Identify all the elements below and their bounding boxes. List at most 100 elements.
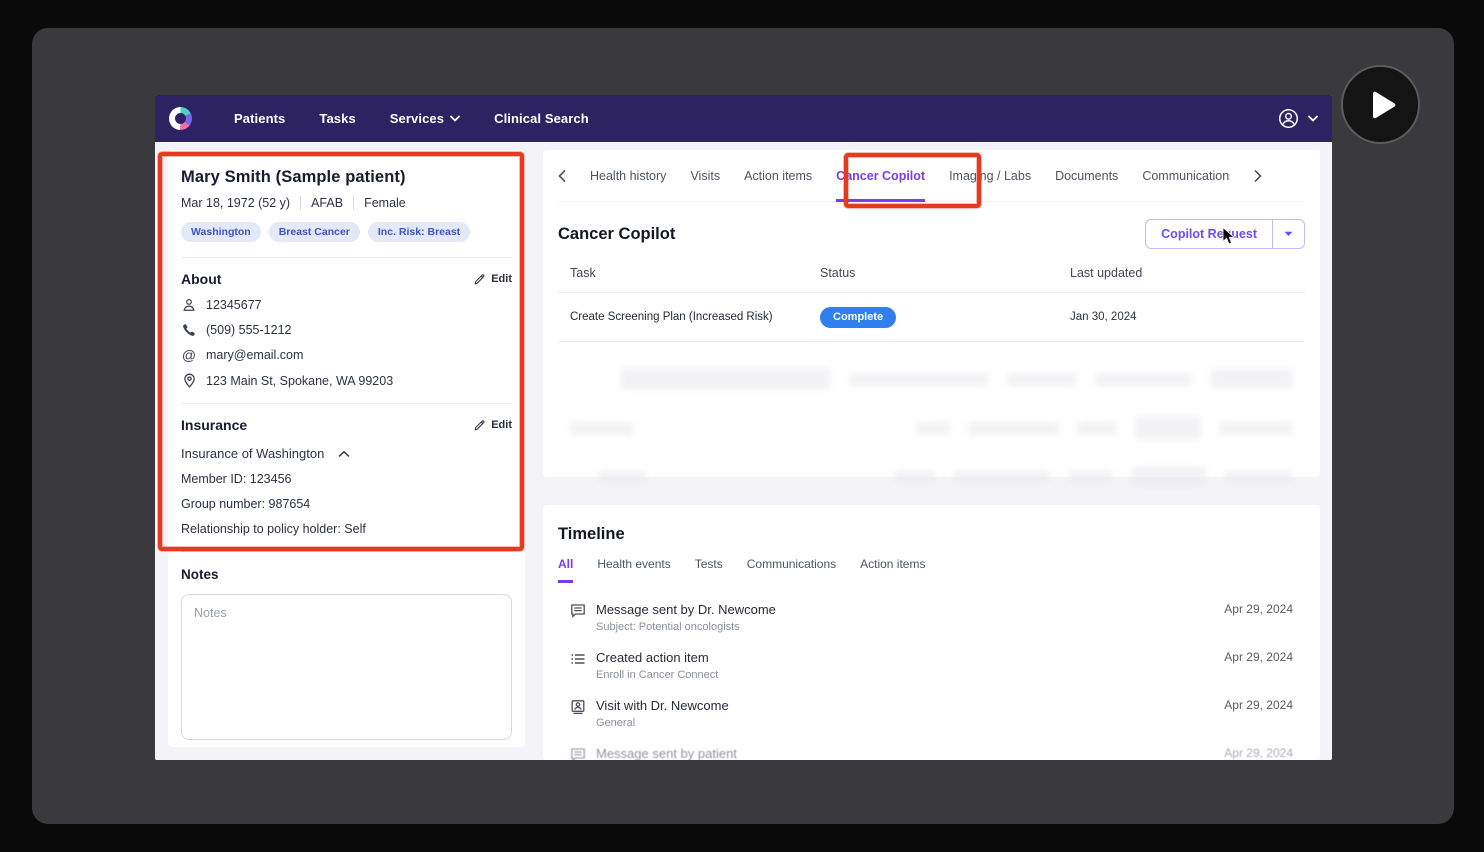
entry-date: Apr 29, 2024 [1224,650,1293,664]
entry-subtitle: General [596,717,636,729]
ghost-row [558,368,1305,390]
email-at-icon: @ [181,347,197,363]
insurance-member-id: Member ID: 123456 [181,472,292,486]
badge-risk: Inc. Risk: Breast [367,222,471,242]
timeline-tab-action-items[interactable]: Action items [860,557,925,583]
visit-icon [571,700,585,715]
col-task: Task [570,265,596,280]
patient-sidebar: Mary Smith (Sample patient) Mar 18, 1972… [168,150,525,747]
patient-address-row: 123 Main St, Spokane, WA 99203 [181,373,512,388]
timeline-tab-health-events[interactable]: Health events [597,557,670,583]
nav-tasks[interactable]: Tasks [319,111,355,126]
patient-name: Mary Smith (Sample patient) [181,168,406,186]
cancer-copilot-card: Health history Visits Action items Cance… [543,150,1320,488]
notes-title: Notes [181,567,219,582]
entry-title: Created action item [596,650,709,665]
about-title: About [181,271,222,287]
caret-down-icon [1284,231,1293,236]
patient-demographics: Mar 18, 1972 (52 y) AFAB Female [181,196,512,210]
ghost-row [558,466,1305,488]
timeline-tab-all[interactable]: All [558,557,574,583]
screen: Patients Tasks Services Clinical Search … [0,0,1484,852]
top-navbar: Patients Tasks Services Clinical Search [155,95,1332,142]
entry-date: Apr 29, 2024 [1224,602,1293,616]
pencil-icon [474,274,485,285]
copilot-request-button[interactable]: Copilot Request [1145,219,1305,249]
entry-title: Visit with Dr. Newcome [596,698,729,713]
app-logo-icon[interactable] [169,107,192,130]
timeline-card: Timeline All Health events Tests Communi… [543,505,1320,760]
timeline-entry[interactable]: Visit with Dr. Newcome General Apr 29, 2… [558,693,1305,741]
tab-cancer-copilot[interactable]: Cancer Copilot [836,150,926,202]
tab-action-items[interactable]: Action items [744,150,812,202]
timeline-tab-tests[interactable]: Tests [695,557,723,583]
tab-visits[interactable]: Visits [690,150,720,202]
patient-email: mary@email.com [206,348,304,362]
insurance-relationship: Relationship to policy holder: Self [181,522,366,536]
insurance-edit-button[interactable]: Edit [474,419,512,431]
patient-phone: (509) 555-1212 [206,323,292,337]
tab-imaging-labs[interactable]: Imaging / Labs [949,150,1031,202]
chevron-down-icon [450,115,460,122]
col-status: Status [820,265,856,280]
insurance-group-number: Group number: 987654 [181,497,311,511]
status-badge: Complete [820,306,897,328]
copilot-table-header: Task Status Last updated [558,253,1305,293]
tab-health-history[interactable]: Health history [590,150,666,202]
insurance-provider-toggle[interactable]: Insurance of Washington [181,446,512,461]
entry-date: Apr 29, 2024 [1224,746,1293,760]
nav-clinical-search[interactable]: Clinical Search [494,111,589,126]
col-last-updated: Last updated [1070,265,1143,280]
timeline-tab-communications[interactable]: Communications [747,557,836,583]
last-updated-date: Jan 30, 2024 [1070,311,1137,323]
timeline-entry[interactable]: Message sent by patient Apr 29, 2024 [558,741,1305,760]
tab-communications[interactable]: Communications [1142,150,1230,202]
play-icon [1372,91,1395,118]
patient-gender: Female [353,196,416,210]
account-chevron-down-icon[interactable] [1308,115,1318,122]
timeline-tabs: All Health events Tests Communications A… [558,557,1305,583]
tabs-scroll-right-icon[interactable] [1254,169,1262,182]
action-item-icon [571,654,585,664]
message-icon [571,748,585,760]
pencil-icon [474,420,485,431]
nav-services[interactable]: Services [390,111,460,126]
insurance-provider: Insurance of Washington [181,446,325,461]
divider [181,257,512,258]
chevron-up-icon [339,450,350,457]
nav-patients[interactable]: Patients [234,111,285,126]
patient-email-row: @ mary@email.com [181,348,512,362]
entry-date: Apr 29, 2024 [1224,698,1293,712]
message-icon [571,604,585,618]
timeline-title: Timeline [558,525,625,543]
location-pin-icon [183,373,195,388]
phone-icon [183,324,195,336]
divider [181,551,512,552]
task-name: Create Screening Plan (Increased Risk) [570,311,773,323]
patient-dob: Mar 18, 1972 (52 y) [181,196,291,210]
timeline-entry[interactable]: Created action item Enroll in Cancer Con… [558,645,1305,693]
tabs-scroll-left-icon[interactable] [558,169,566,182]
patient-id: 12345677 [206,298,262,312]
play-button[interactable] [1341,65,1420,144]
account-icon[interactable] [1278,108,1299,129]
badge-state: Washington [181,222,261,242]
notes-input[interactable] [181,594,512,740]
patient-sex: AFAB [300,196,353,210]
about-edit-button[interactable]: Edit [474,273,512,285]
app-window: Patients Tasks Services Clinical Search … [155,95,1332,760]
timeline-entry[interactable]: Message sent by Dr. Newcome Subject: Pot… [558,597,1305,645]
copilot-section-title: Cancer Copilot [558,224,676,243]
patient-address: 123 Main St, Spokane, WA 99203 [206,373,394,388]
entry-title: Message sent by Dr. Newcome [596,602,776,617]
content-area: Mary Smith (Sample patient) Mar 18, 1972… [155,142,1332,760]
tab-documents[interactable]: Documents [1055,150,1118,202]
table-row[interactable]: Create Screening Plan (Increased Risk) C… [558,293,1305,342]
ghost-row [558,416,1305,440]
badge-condition: Breast Cancer [268,222,360,242]
record-tabs: Health history Visits Action items Cance… [558,150,1305,202]
divider [181,403,512,404]
person-icon [183,299,195,311]
copilot-request-dropdown[interactable] [1273,220,1304,248]
patient-id-row: 12345677 [181,298,512,312]
